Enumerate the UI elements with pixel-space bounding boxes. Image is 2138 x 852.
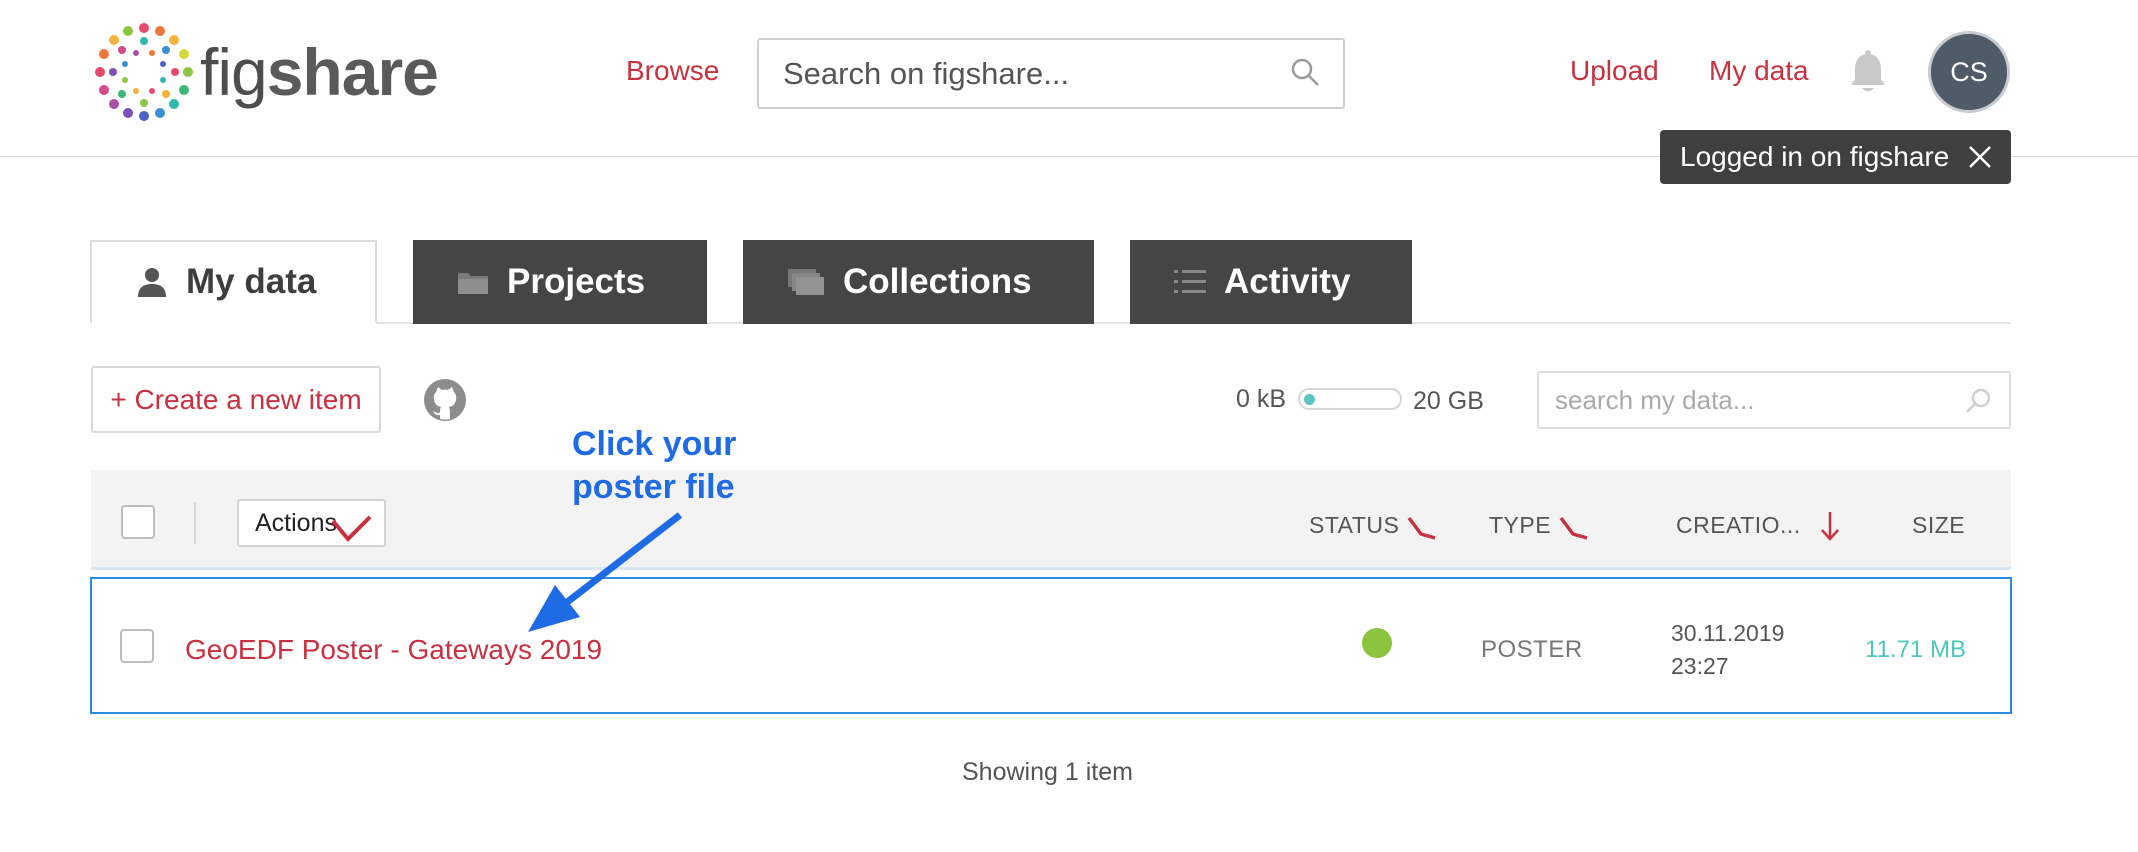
item-time: 23:27 — [1671, 653, 1729, 679]
upload-link[interactable]: Upload — [1570, 55, 1659, 87]
table-row[interactable]: GeoEDF Poster - Gateways 2019 POSTER 30.… — [90, 577, 2012, 714]
item-date: 30.11.2019 — [1671, 620, 1785, 646]
browse-link[interactable]: Browse — [626, 55, 719, 87]
instruction-annotation: Click your poster file — [572, 423, 736, 509]
annotation-line-2: poster file — [572, 468, 735, 506]
quota-used: 0 kB — [1236, 385, 1287, 413]
global-search[interactable] — [757, 38, 1345, 109]
item-title-link[interactable]: GeoEDF Poster - Gateways 2019 — [185, 634, 602, 666]
figshare-wordmark: figshare — [200, 35, 439, 109]
quota-fill — [1304, 394, 1315, 405]
tab-label: My data — [186, 262, 317, 301]
tab-collections[interactable]: Collections — [743, 240, 1094, 324]
quota-total: 20 GB — [1413, 387, 1484, 415]
column-status[interactable]: STATUS — [1309, 512, 1399, 539]
user-avatar[interactable]: CS — [1928, 31, 2010, 113]
my-data-search-input[interactable] — [1555, 373, 1955, 427]
chevron-down-icon[interactable] — [1407, 514, 1437, 547]
chevron-down-icon[interactable] — [1559, 514, 1589, 547]
tab-label: Projects — [507, 262, 646, 301]
figshare-logo-mark — [95, 23, 193, 121]
select-all-checkbox[interactable] — [121, 505, 155, 539]
actions-dropdown[interactable]: Actions — [237, 499, 386, 547]
collections-icon — [787, 268, 825, 296]
column-size[interactable]: SIZE — [1912, 512, 1965, 539]
annotation-line-1: Click your — [572, 425, 737, 463]
tab-label: Collections — [843, 262, 1032, 301]
toast-message: Logged in on figshare — [1680, 141, 1950, 172]
item-creation-date: 30.11.2019 23:27 — [1671, 617, 1784, 683]
column-type[interactable]: TYPE — [1489, 512, 1551, 539]
tab-label: Activity — [1224, 262, 1351, 301]
my-data-link[interactable]: My data — [1709, 55, 1809, 87]
login-toast: Logged in on figshare — [1660, 130, 2011, 184]
github-icon[interactable] — [423, 378, 467, 427]
tab-activity[interactable]: Activity — [1130, 240, 1412, 324]
tab-projects[interactable]: Projects — [413, 240, 707, 324]
row-checkbox[interactable] — [120, 629, 154, 663]
actions-label: Actions — [255, 509, 337, 537]
user-icon — [136, 267, 168, 297]
close-icon[interactable] — [1967, 144, 1993, 177]
search-icon[interactable] — [1965, 387, 1993, 420]
list-icon — [1174, 269, 1206, 295]
search-icon[interactable] — [1289, 56, 1321, 93]
storage-quota-bar — [1298, 388, 1402, 410]
bell-icon[interactable] — [1848, 50, 1888, 101]
tab-my-data[interactable]: My data — [90, 240, 377, 324]
chevron-down-icon — [330, 513, 372, 557]
my-data-search[interactable] — [1537, 371, 2011, 429]
header-divider — [194, 502, 196, 544]
column-creation-date[interactable]: CREATIO... — [1676, 512, 1801, 539]
table-header: Actions STATUS TYPE CREATIO... SIZE — [91, 470, 2011, 570]
create-new-item-button[interactable]: + Create a new item — [91, 366, 381, 433]
item-type: POSTER — [1481, 636, 1583, 663]
figshare-logo[interactable]: figshare — [90, 20, 439, 124]
status-indicator — [1362, 628, 1392, 658]
item-size: 11.71 MB — [1865, 636, 1966, 663]
global-search-input[interactable] — [783, 40, 1283, 107]
item-count: Showing 1 item — [962, 758, 1133, 786]
sort-descending-icon[interactable] — [1819, 510, 1841, 547]
folder-icon — [457, 269, 489, 295]
